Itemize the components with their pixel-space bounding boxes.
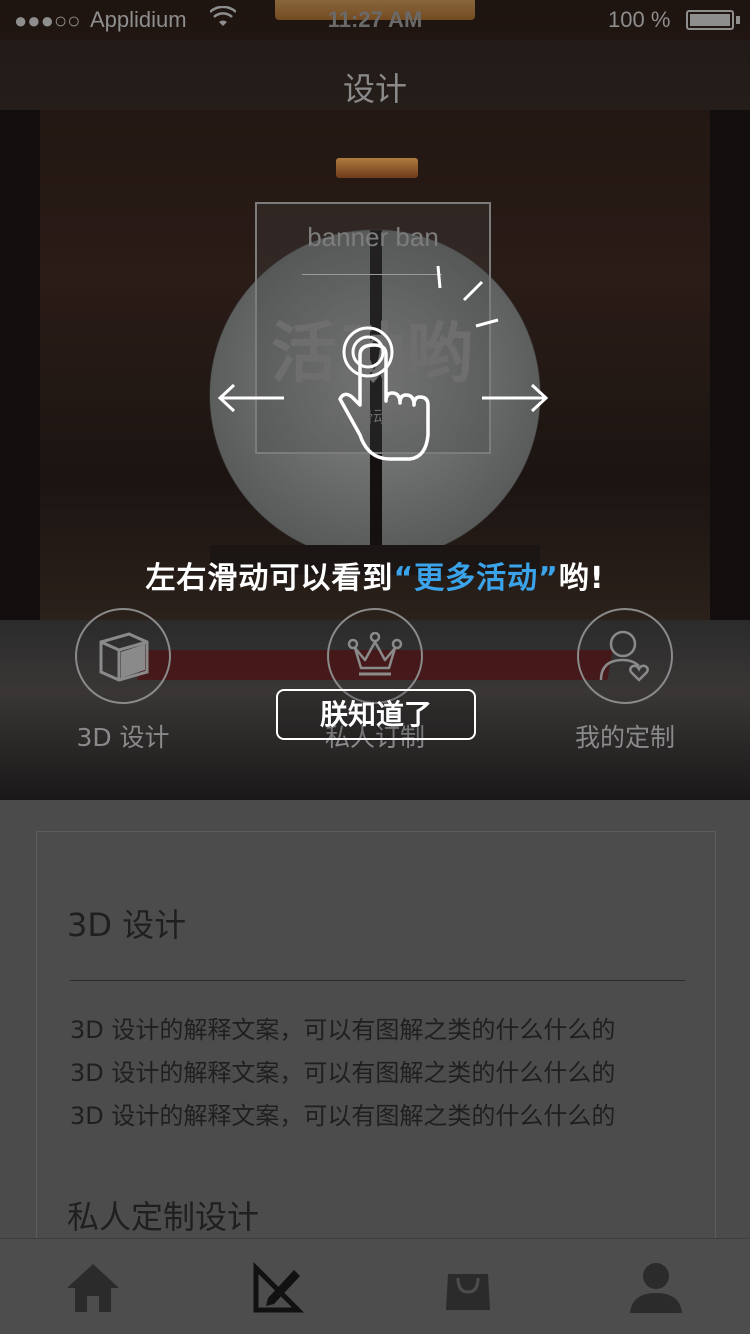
- tab-home[interactable]: [63, 1258, 123, 1318]
- dismiss-guide-button[interactable]: 朕知道了: [276, 689, 476, 740]
- sparkle-icon: [436, 265, 499, 328]
- category-3d-design[interactable]: 3D 设计: [33, 608, 213, 754]
- section-text-line: 3D 设计的解释文案，可以有图解之类的什么什么的: [70, 1016, 616, 1044]
- arrow-left-icon: [217, 383, 284, 413]
- design-icon: [253, 1262, 305, 1313]
- tap-hand-icon: [338, 326, 430, 461]
- profile-icon: [630, 1263, 682, 1313]
- user-heart-icon: [577, 608, 673, 704]
- battery-tip: [736, 16, 740, 24]
- swipe-tip-suffix: 哟!: [558, 561, 605, 596]
- section-text-line: 3D 设计的解释文案，可以有图解之类的什么什么的: [70, 1059, 616, 1087]
- section-title-private: 私人定制设计: [67, 1198, 260, 1236]
- tab-profile[interactable]: [626, 1258, 686, 1318]
- category-label: 我的定制: [574, 723, 675, 752]
- section-title-3d: 3D 设计: [67, 906, 187, 944]
- shopping-bag-icon: [446, 1274, 490, 1310]
- tab-design[interactable]: [249, 1258, 309, 1318]
- banner-divider: [302, 274, 442, 275]
- tab-shop[interactable]: [438, 1258, 498, 1318]
- section-text-line: 3D 设计的解释文案，可以有图解之类的什么什么的: [70, 1102, 616, 1130]
- battery-percent: 100 %: [608, 7, 671, 32]
- cube-icon: [75, 608, 171, 704]
- status-bar: ●●●○○ Applidium 11:27 AM 100 %: [0, 0, 750, 40]
- hanging-lamp: [336, 158, 418, 178]
- section-divider: [70, 980, 685, 981]
- swipe-tip-prefix: 左右滑动可以看到: [145, 561, 394, 596]
- battery-icon: [686, 10, 734, 30]
- page-title: 设计: [342, 70, 407, 108]
- arrow-right-icon: [482, 383, 549, 413]
- category-my-custom[interactable]: 我的定制: [535, 608, 715, 754]
- banner-placeholder-text: banner ban: [307, 222, 439, 252]
- home-icon: [67, 1264, 119, 1312]
- swipe-tip: 左右滑动可以看到“更多活动”哟!: [0, 553, 750, 597]
- swipe-tip-highlight: “更多活动”: [393, 561, 559, 596]
- category-label: 3D 设计: [76, 723, 170, 752]
